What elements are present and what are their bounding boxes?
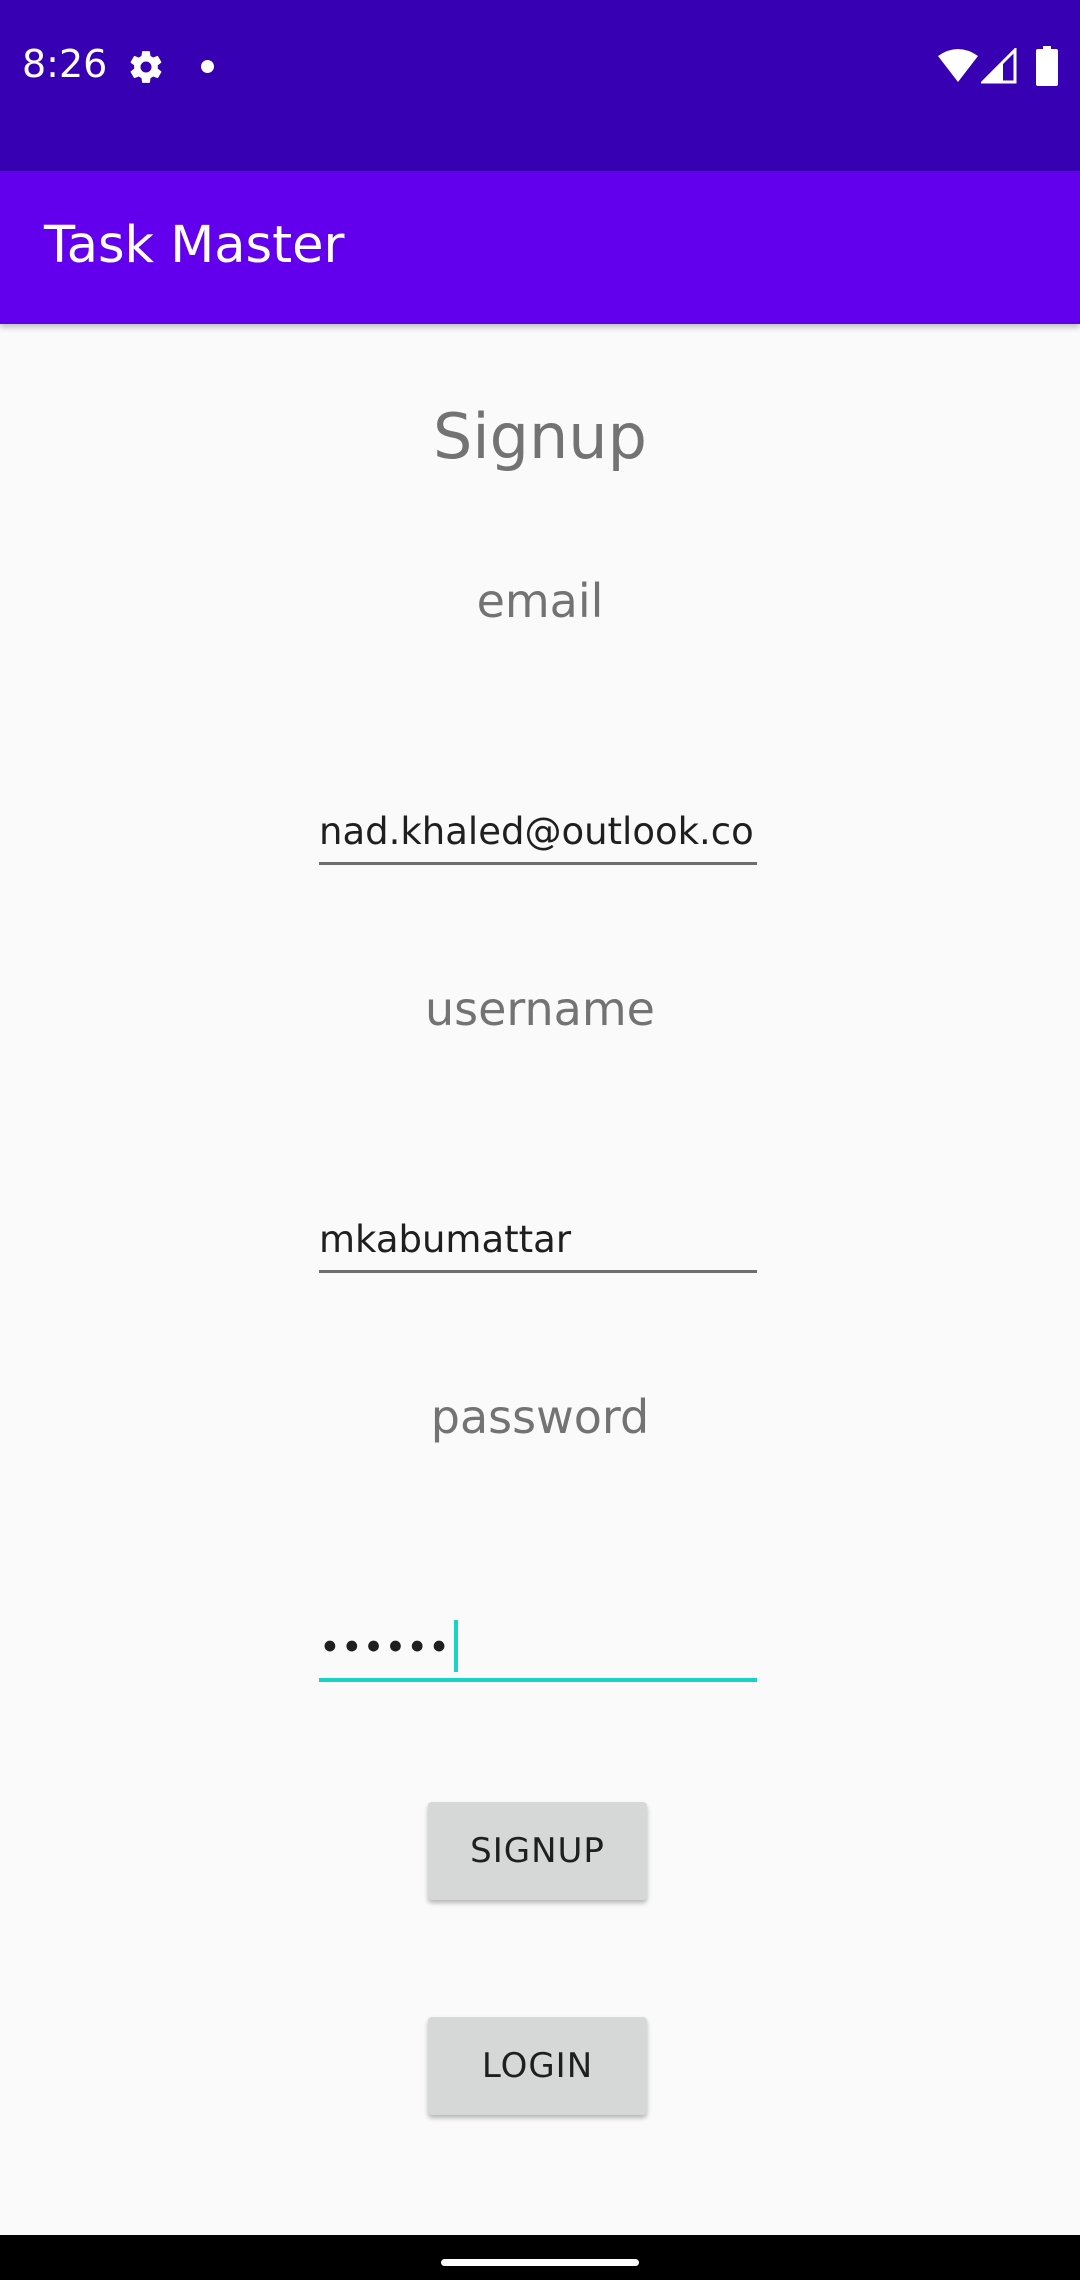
- signup-button[interactable]: SIGNUP: [428, 1802, 647, 1900]
- app-bar: Task Master: [0, 171, 1080, 324]
- status-time: 8:26: [22, 42, 108, 86]
- battery-icon: [1036, 46, 1058, 86]
- status-bar: 8:26: [0, 0, 1080, 171]
- username-label: username: [425, 982, 655, 1036]
- password-value: ••••••: [319, 1626, 450, 1669]
- app-title: Task Master: [44, 216, 345, 275]
- password-label: password: [430, 1390, 650, 1444]
- signal-icon: [981, 48, 1017, 84]
- email-field[interactable]: nad.khaled@outlook.com: [319, 802, 757, 865]
- wifi-icon: [938, 49, 978, 82]
- password-field[interactable]: ••••••: [319, 1618, 757, 1682]
- username-field[interactable]: mkabumattar: [319, 1210, 757, 1273]
- home-gesture-handle[interactable]: [441, 2259, 639, 2266]
- page-title: Signup: [433, 400, 647, 473]
- email-label: email: [476, 574, 604, 628]
- notification-dot-icon: [201, 60, 214, 73]
- navigation-bar: [0, 2235, 1080, 2280]
- text-cursor: [453, 1619, 458, 1672]
- gear-icon: [130, 51, 162, 83]
- login-button[interactable]: LOGIN: [428, 2017, 647, 2115]
